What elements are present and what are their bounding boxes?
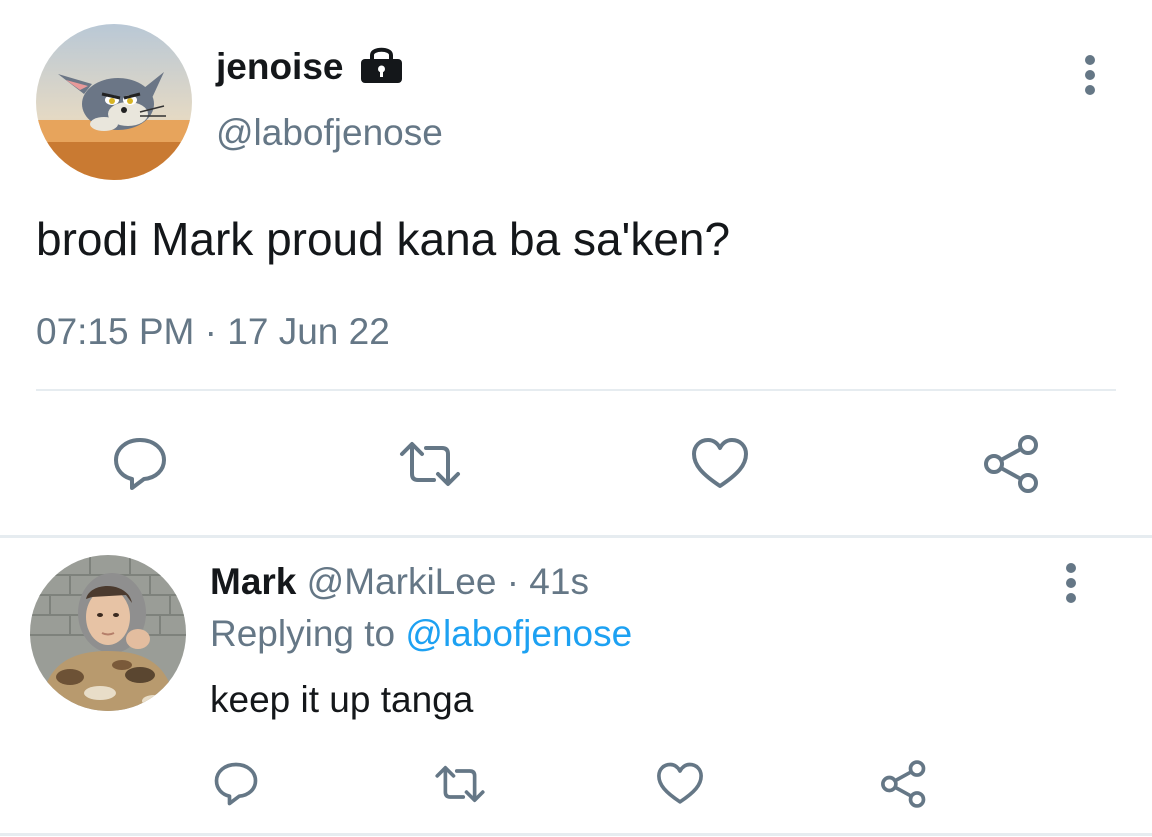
replying-to-mention[interactable]: @labofjenose [405, 613, 632, 654]
cartoon-cat-avatar [36, 24, 192, 180]
reply-share-button[interactable] [878, 758, 930, 810]
reply-text: keep it up tanga [210, 679, 474, 720]
reply-like-button[interactable] [654, 758, 706, 810]
reply-handle[interactable]: @MarkiLee [307, 561, 497, 602]
reply-retweet-button[interactable] [434, 758, 486, 810]
share-button[interactable] [980, 432, 1044, 496]
tweet-text: brodi Mark proud kana ba sa'ken? [36, 213, 731, 265]
reply-time[interactable]: 41s [529, 561, 589, 602]
share-icon [881, 760, 926, 808]
tweet-date[interactable]: 17 Jun 22 [227, 311, 390, 352]
divider [36, 389, 1116, 391]
share-icon [984, 435, 1038, 493]
reply-button[interactable] [108, 432, 172, 496]
author-avatar[interactable] [36, 24, 192, 180]
like-icon [657, 762, 703, 804]
more-vertical-icon[interactable] [1075, 52, 1105, 98]
bottom-separator [0, 833, 1152, 836]
reply-meta-separator: · [506, 561, 520, 602]
replying-to-line: Replying to @labofjenose [210, 611, 632, 657]
meta-separator: · [204, 311, 217, 352]
retweet-icon [435, 765, 485, 803]
reply-header: Mark @MarkiLee · 41s [210, 559, 589, 605]
like-icon [692, 438, 748, 488]
reply-reply-button[interactable] [210, 758, 262, 810]
reply-more-vertical-icon[interactable] [1056, 560, 1086, 606]
person-photo-avatar [30, 555, 186, 711]
reply-display-name[interactable]: Mark [210, 561, 296, 602]
tweet-time[interactable]: 07:15 PM [36, 311, 194, 352]
section-separator [0, 535, 1152, 538]
reply-avatar[interactable] [30, 555, 186, 711]
like-button[interactable] [688, 432, 752, 496]
retweet-icon [400, 442, 460, 486]
reply-icon [114, 438, 166, 490]
tweet-timestamp: 07:15 PM · 17 Jun 22 [36, 309, 390, 355]
retweet-button[interactable] [398, 432, 462, 496]
reply-icon [214, 762, 258, 806]
author-display-name[interactable]: jenoise [216, 44, 344, 90]
replying-to-label: Replying to [210, 613, 406, 654]
author-handle[interactable]: @labofjenose [216, 110, 443, 156]
lock-icon [359, 44, 404, 84]
